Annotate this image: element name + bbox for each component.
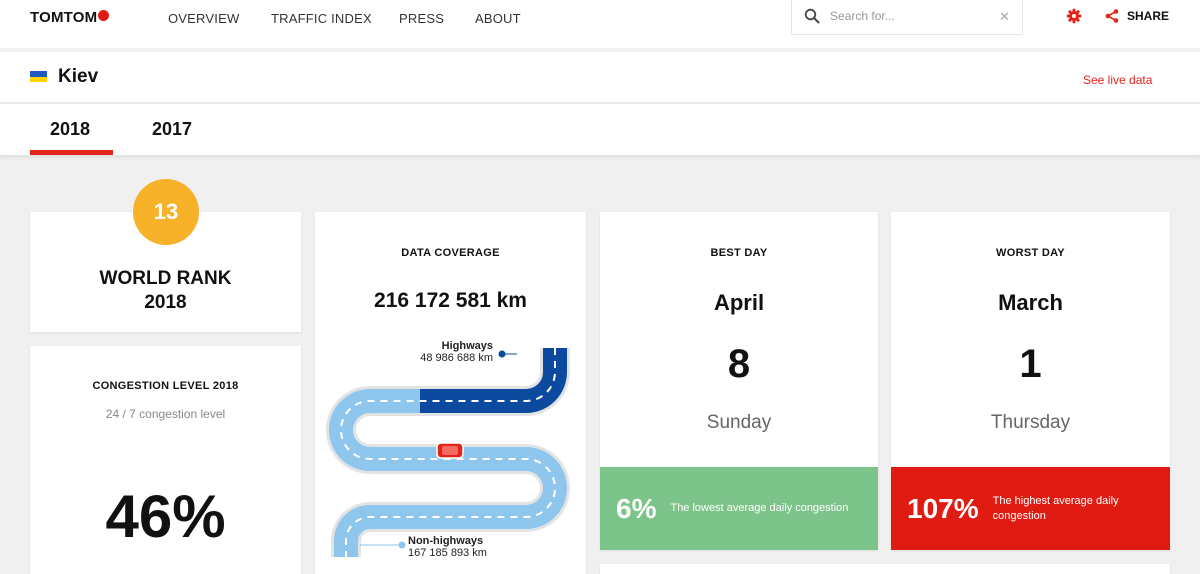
share-icon <box>1105 9 1119 23</box>
nav-traffic-index[interactable]: TRAFFIC INDEX <box>271 11 372 26</box>
search-icon[interactable] <box>804 8 820 24</box>
highways-label: Highways <box>441 340 493 352</box>
top-navigation: TOMTOM OVERVIEW TRAFFIC INDEX PRESS ABOU… <box>0 0 1200 48</box>
perforated-edge <box>600 208 878 216</box>
worst-day-description: The highest average daily congestion <box>992 494 1119 522</box>
year-tabs: 2018 2017 <box>0 104 1200 156</box>
non-highway-marker <box>398 541 406 549</box>
road-illustration <box>326 348 570 557</box>
next-card <box>600 564 1170 574</box>
non-highways-label: Non-highways <box>408 535 484 547</box>
best-day-description: The lowest average daily congestion <box>670 502 849 514</box>
worst-day-title: WORST DAY <box>996 247 1065 259</box>
gear-icon[interactable] <box>1066 8 1082 24</box>
share-label: SHARE <box>1127 9 1170 23</box>
non-highways-value: 167 185 893 km <box>408 547 487 559</box>
congestion-value: 46% <box>105 483 226 550</box>
non-highway-road <box>329 389 567 557</box>
world-rank-badge: 13 <box>133 179 199 245</box>
worst-day-percent: 107% <box>907 492 979 524</box>
ukraine-flag-icon <box>30 71 47 82</box>
highways-legend: Highways 48 986 688 km <box>420 340 493 364</box>
city-name: Kiev <box>58 66 99 87</box>
perforated-edge <box>891 208 1170 216</box>
worst-day-card: WORST DAY March 1 Thursday 107% The high… <box>891 208 1170 550</box>
worst-day-weekday: Thursday <box>990 412 1071 433</box>
world-rank-title: WORLD RANK <box>99 268 232 289</box>
data-coverage-card: DATA COVERAGE 216 172 581 km Highways 48… <box>315 212 586 574</box>
best-day-weekday: Sunday <box>706 412 772 433</box>
share-button[interactable]: SHARE <box>1105 9 1169 23</box>
nav-about[interactable]: ABOUT <box>475 11 521 26</box>
nav-press[interactable]: PRESS <box>399 11 444 26</box>
best-day-number: 8 <box>727 342 751 386</box>
highways-value: 48 986 688 km <box>420 352 493 364</box>
congestion-subtitle: 24 / 7 congestion level <box>105 407 226 421</box>
worst-day-month: March <box>998 290 1063 315</box>
nav-overview[interactable]: OVERVIEW <box>168 11 239 26</box>
active-tab-indicator <box>30 150 113 155</box>
see-live-data-link[interactable]: See live data <box>1083 73 1152 87</box>
search-box[interactable]: ✕ <box>791 0 1023 35</box>
congestion-title: CONGESTION LEVEL 2018 <box>92 380 239 392</box>
best-day-strip: 6% The lowest average daily congestion <box>600 467 878 550</box>
best-day-month: April <box>713 290 765 315</box>
congestion-level-card: CONGESTION LEVEL 2018 24 / 7 congestion … <box>30 346 301 574</box>
search-input[interactable] <box>830 9 990 23</box>
worst-day-strip: 107% The highest average daily congestio… <box>891 467 1170 550</box>
best-day-percent: 6% <box>616 492 657 524</box>
tab-2017[interactable]: 2017 <box>152 119 192 140</box>
best-day-card: BEST DAY April 8 Sunday 6% The lowest av… <box>600 208 878 550</box>
best-day-title: BEST DAY <box>710 247 768 259</box>
world-rank-year: 2018 <box>144 292 187 313</box>
highway-marker <box>498 350 506 358</box>
car-icon <box>436 442 464 459</box>
tab-2018[interactable]: 2018 <box>50 119 90 140</box>
non-highways-legend: Non-highways 167 185 893 km <box>408 535 487 559</box>
clear-search-icon[interactable]: ✕ <box>999 9 1010 25</box>
worst-day-number: 1 <box>1019 342 1042 386</box>
tomtom-logo[interactable]: TOMTOM <box>30 9 110 26</box>
city-header: Kiev See live data <box>0 52 1200 103</box>
logo-text: TOMTOM <box>30 9 98 26</box>
logo-mark-icon <box>98 10 110 21</box>
